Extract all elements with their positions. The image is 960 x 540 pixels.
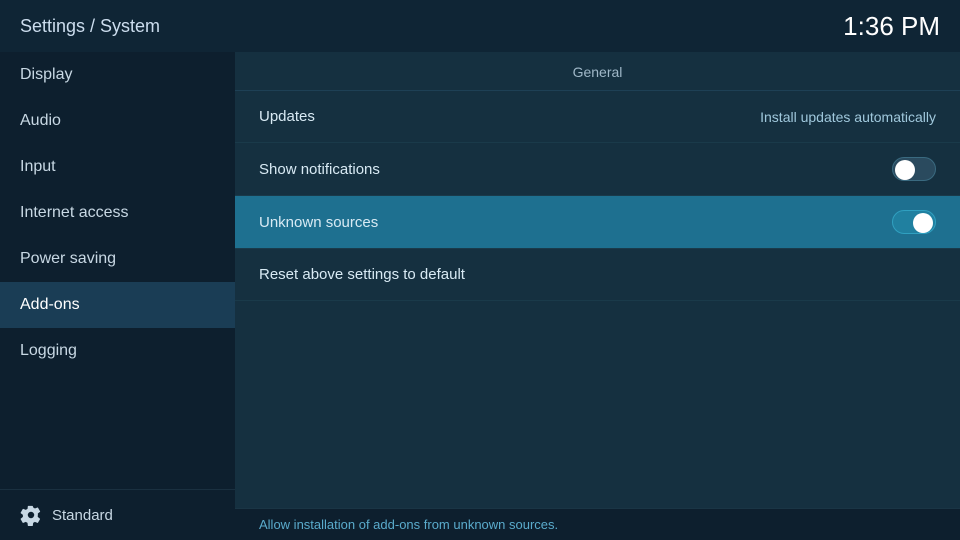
footer-bar: Allow installation of add-ons from unkno… bbox=[235, 508, 960, 540]
setting-row-show-notifications[interactable]: Show notifications bbox=[235, 143, 960, 196]
sidebar: DisplayAudioInputInternet accessPower sa… bbox=[0, 52, 235, 540]
setting-label-unknown-sources: Unknown sources bbox=[259, 214, 378, 231]
toggle-knob-show-notifications bbox=[895, 160, 915, 180]
header: Settings / System 1:36 PM bbox=[0, 0, 960, 52]
page-title: Settings / System bbox=[20, 16, 160, 37]
sidebar-item-audio[interactable]: Audio bbox=[0, 98, 235, 144]
toggle-show-notifications[interactable] bbox=[892, 157, 936, 181]
sidebar-item-add-ons[interactable]: Add-ons bbox=[0, 282, 235, 328]
sidebar-item-input[interactable]: Input bbox=[0, 144, 235, 190]
setting-row-updates[interactable]: Updates Install updates automatically bbox=[235, 91, 960, 143]
toggle-unknown-sources[interactable] bbox=[892, 210, 936, 234]
sidebar-item-power-saving[interactable]: Power saving bbox=[0, 236, 235, 282]
setting-label-reset-settings: Reset above settings to default bbox=[259, 266, 465, 283]
profile-label: Standard bbox=[52, 507, 113, 524]
setting-value-updates: Install updates automatically bbox=[760, 109, 936, 125]
sidebar-item-display[interactable]: Display bbox=[0, 52, 235, 98]
sidebar-item-internet-access[interactable]: Internet access bbox=[0, 190, 235, 236]
footer-text: Allow installation of add-ons from unkno… bbox=[259, 517, 558, 532]
toggle-knob-unknown-sources bbox=[913, 213, 933, 233]
sidebar-nav: DisplayAudioInputInternet accessPower sa… bbox=[0, 52, 235, 489]
setting-label-updates: Updates bbox=[259, 108, 315, 125]
content-area: General Updates Install updates automatic… bbox=[235, 52, 960, 540]
sidebar-footer: Standard bbox=[0, 489, 235, 540]
setting-row-unknown-sources[interactable]: Unknown sources bbox=[235, 196, 960, 249]
main-layout: DisplayAudioInputInternet accessPower sa… bbox=[0, 52, 960, 540]
gear-icon bbox=[20, 504, 42, 526]
section-header: General bbox=[235, 52, 960, 91]
sidebar-item-logging[interactable]: Logging bbox=[0, 328, 235, 374]
setting-label-show-notifications: Show notifications bbox=[259, 161, 380, 178]
settings-list: Updates Install updates automatically Show… bbox=[235, 91, 960, 508]
clock: 1:36 PM bbox=[843, 11, 940, 42]
setting-row-reset-settings[interactable]: Reset above settings to default bbox=[235, 249, 960, 301]
